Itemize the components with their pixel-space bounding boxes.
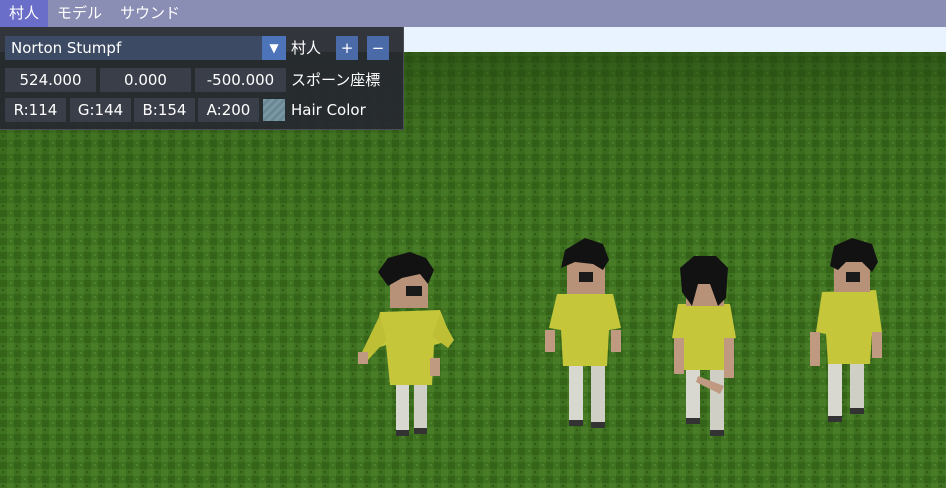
menu-model[interactable]: モデル bbox=[48, 0, 111, 27]
villager-label: 村人 bbox=[291, 39, 322, 57]
spawn-coords-label: スポーン座標 bbox=[291, 71, 381, 89]
spawn-z-field[interactable]: -500.000 bbox=[195, 68, 286, 92]
hair-color-g-field[interactable]: G:144 bbox=[70, 98, 131, 122]
spawn-x-field[interactable]: 524.000 bbox=[5, 68, 96, 92]
hair-color-label: Hair Color bbox=[291, 101, 366, 119]
menu-villager[interactable]: 村人 bbox=[0, 0, 49, 27]
hair-color-b-field[interactable]: B:154 bbox=[134, 98, 195, 122]
villager-select-value: Norton Stumpf bbox=[11, 39, 122, 57]
remove-villager-button[interactable]: − bbox=[367, 36, 389, 60]
spawn-y-field[interactable]: 0.000 bbox=[100, 68, 191, 92]
add-villager-button[interactable]: + bbox=[336, 36, 358, 60]
chevron-down-icon[interactable]: ▼ bbox=[262, 36, 286, 60]
hair-color-r-field[interactable]: R:114 bbox=[5, 98, 66, 122]
villager-panel: Norton Stumpf ▼ 村人 + − 524.000 0.000 -50… bbox=[0, 27, 404, 130]
menu-bar: 村人 モデル サウンド bbox=[0, 0, 946, 27]
hair-color-swatch[interactable] bbox=[263, 99, 285, 121]
hair-color-a-field[interactable]: A:200 bbox=[198, 98, 259, 122]
menu-sound[interactable]: サウンド bbox=[111, 0, 189, 27]
villager-select[interactable]: Norton Stumpf ▼ bbox=[5, 36, 286, 60]
